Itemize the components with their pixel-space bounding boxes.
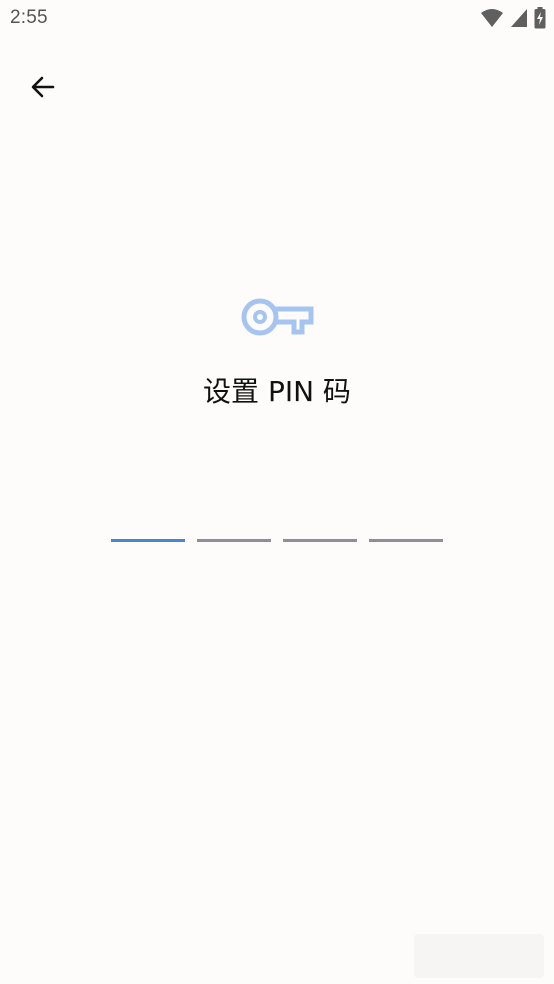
pin-digit-1[interactable] (111, 520, 185, 544)
page-title: 设置 PIN 码 (203, 375, 351, 408)
status-icons (480, 7, 546, 29)
key-icon (241, 298, 314, 336)
cellular-signal-icon (511, 9, 527, 27)
wifi-icon (481, 9, 503, 27)
pin-digit-2[interactable] (197, 520, 271, 544)
pin-digit-4[interactable] (369, 520, 443, 544)
pin-digit-3[interactable] (283, 520, 357, 544)
battery-charging-icon (534, 7, 546, 29)
arrow-back-icon (31, 76, 55, 98)
pin-input[interactable] (111, 520, 443, 544)
back-button[interactable] (20, 64, 66, 110)
navigation-bar-area (414, 934, 544, 978)
status-time: 2:55 (10, 7, 48, 28)
status-bar: 2:55 (0, 0, 554, 38)
